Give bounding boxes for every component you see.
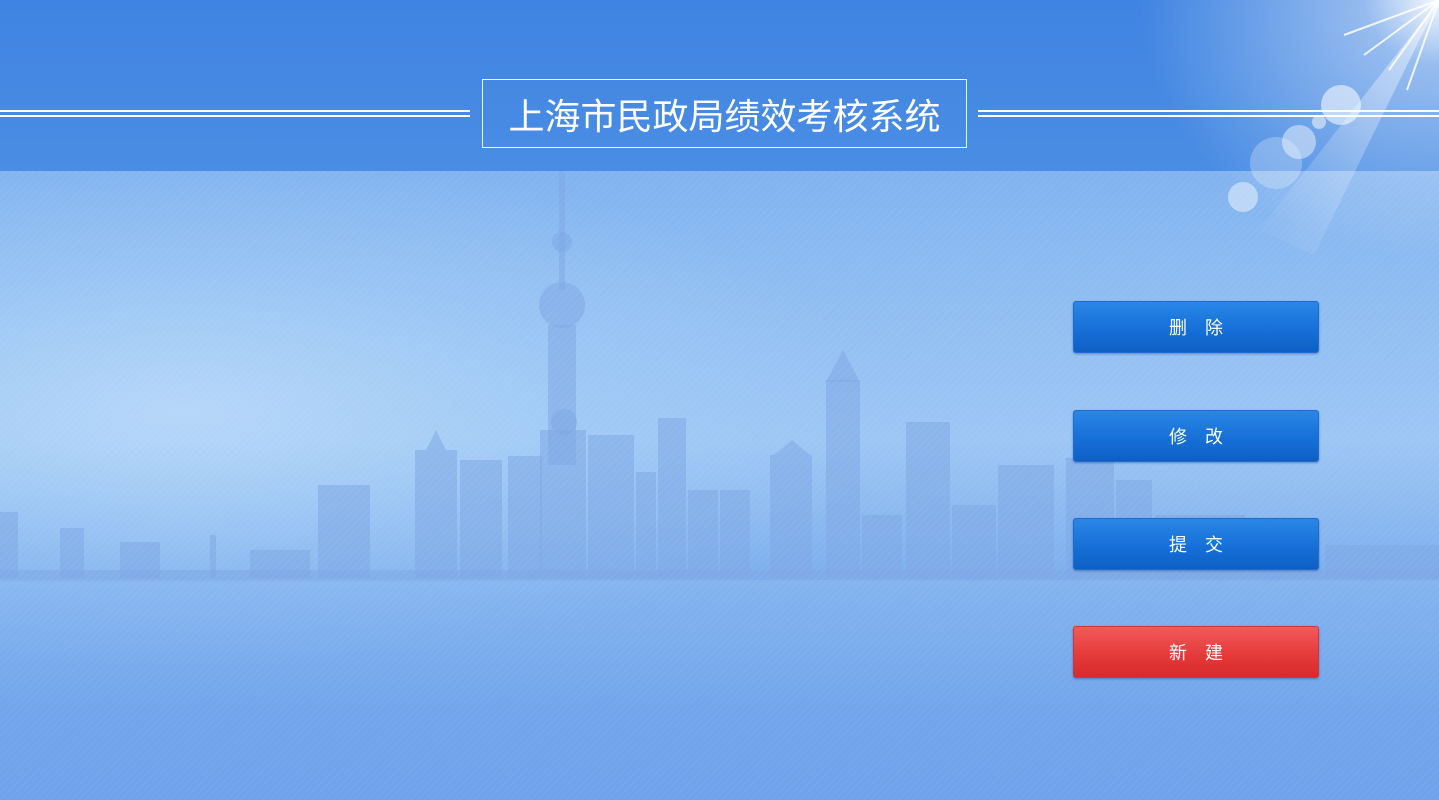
header-decor-line-left [0,110,470,117]
new-button[interactable]: 新建 [1073,626,1319,678]
modify-button[interactable]: 修改 [1073,410,1319,462]
app-screen: 上海市民政局绩效考核系统 删除 修改 提交 新建 [0,0,1439,800]
title-frame: 上海市民政局绩效考核系统 [482,79,967,148]
page-title: 上海市民政局绩效考核系统 [508,96,941,138]
delete-button[interactable]: 删除 [1073,301,1319,353]
header-decor-line-right [978,110,1439,117]
header-bar: 上海市民政局绩效考核系统 [0,0,1439,171]
submit-button[interactable]: 提交 [1073,518,1319,570]
